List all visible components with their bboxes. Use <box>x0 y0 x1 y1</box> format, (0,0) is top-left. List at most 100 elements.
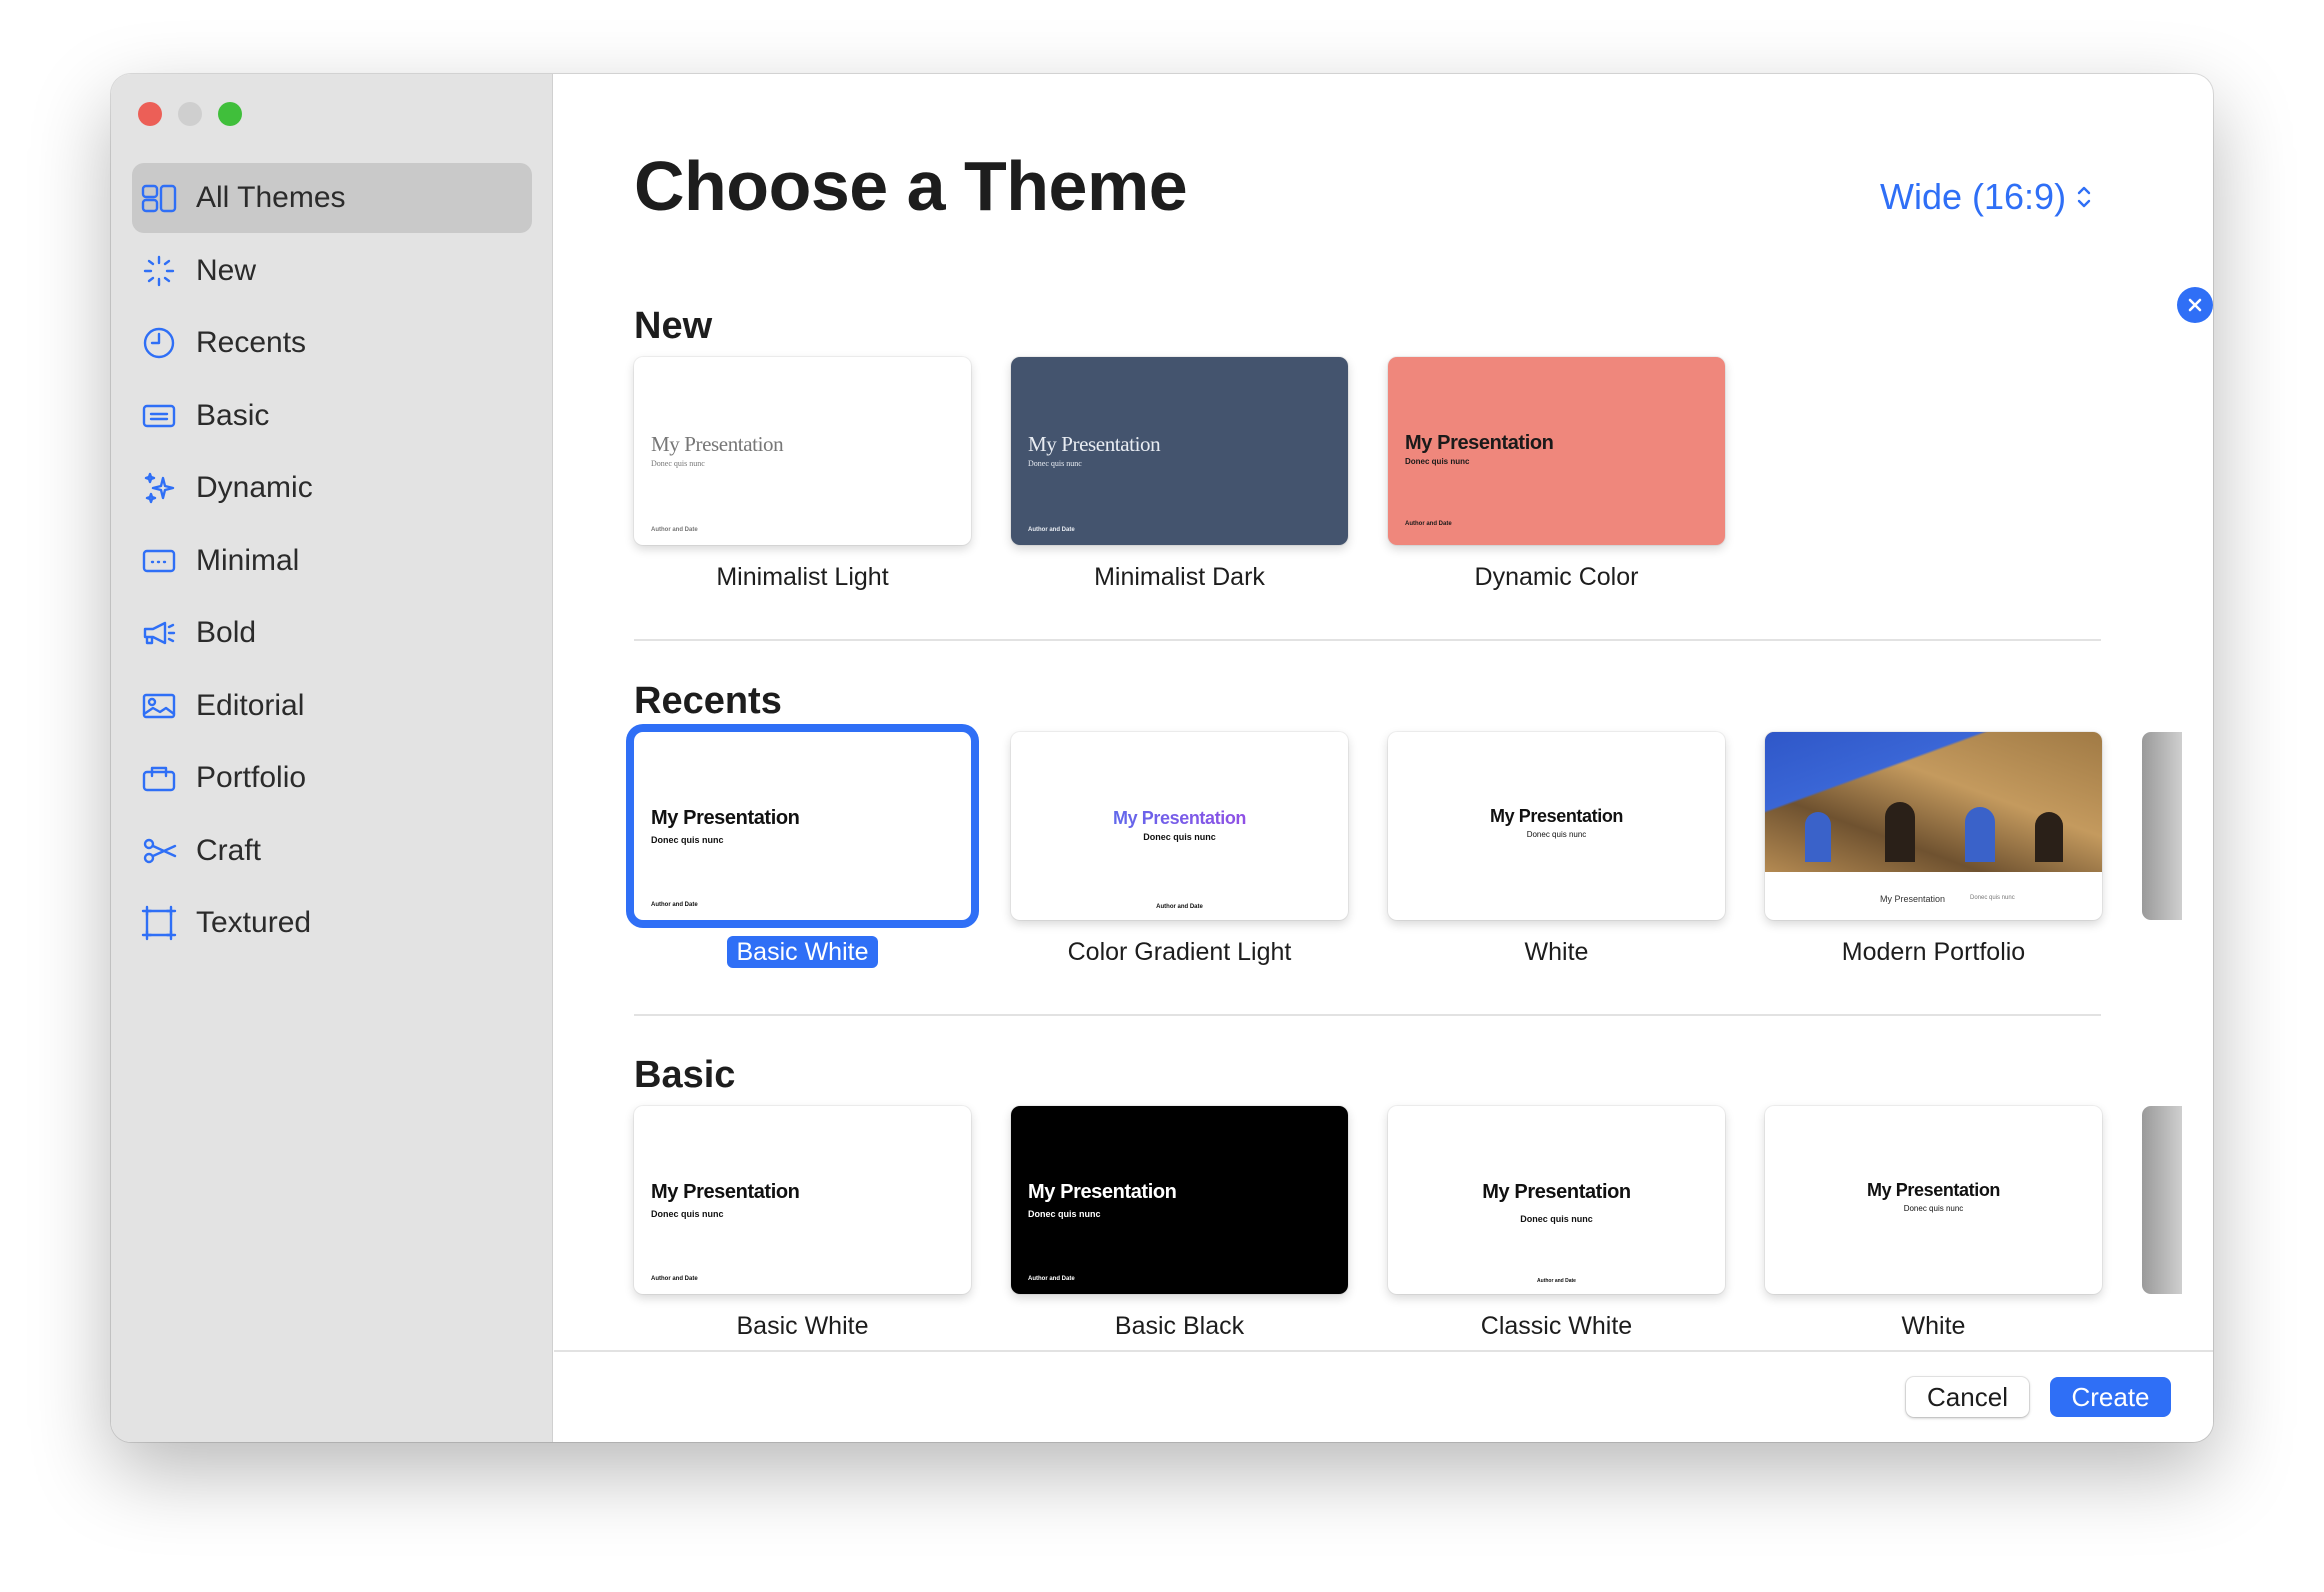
sidebar-item-label: Bold <box>196 616 257 649</box>
sidebar-item-bold[interactable]: Bold <box>132 598 532 668</box>
sidebar-item-textured[interactable]: Textured <box>132 888 532 958</box>
frame-icon <box>140 904 178 942</box>
slide-footer: Author and Date <box>651 902 698 908</box>
sidebar-item-basic[interactable]: Basic <box>132 381 532 451</box>
sidebar-item-label: Dynamic <box>196 471 313 504</box>
next-theme-card-partial[interactable] <box>2142 732 2182 920</box>
sidebar-item-dynamic[interactable]: Dynamic <box>132 453 532 523</box>
theme-name[interactable]: Dynamic Color <box>1388 563 1725 592</box>
chevron-up-down-icon <box>2077 186 2091 208</box>
theme-card-basic-white[interactable]: My Presentation Donec quis nunc Author a… <box>634 1106 971 1294</box>
slide-size-popup[interactable]: Wide (16:9) <box>1880 176 2092 218</box>
theme-name[interactable]: White <box>1765 1312 2102 1341</box>
slide-title: My Presentation <box>1880 894 1946 904</box>
section-heading-recents: Recents <box>634 680 782 722</box>
theme-card-minimalist-light[interactable]: My Presentation Donec quis nunc Author a… <box>634 357 971 545</box>
slide-footer: Author and Date <box>651 527 698 533</box>
theme-name[interactable]: Basic White <box>634 1312 971 1341</box>
text-slide-icon <box>140 397 178 435</box>
sidebar-item-label: Basic <box>196 398 270 432</box>
slide-title: My Presentation <box>651 1181 800 1203</box>
slide-subtitle: Donec quis nunc <box>651 1209 724 1219</box>
theme-card-dynamic-color[interactable]: My Presentation Donec quis nunc Author a… <box>1388 357 1725 545</box>
footer-bar: Cancel Create <box>554 1350 2213 1442</box>
minimize-window-button[interactable] <box>178 102 202 126</box>
sidebar-item-craft[interactable]: Craft <box>132 816 532 886</box>
theme-name[interactable]: Color Gradient Light <box>1011 938 1348 967</box>
theme-name[interactable]: Minimalist Dark <box>1011 563 1348 592</box>
next-theme-card-partial[interactable] <box>2142 1106 2182 1294</box>
slide-footer: Author and Date <box>1537 1278 1576 1284</box>
theme-card-classic-white[interactable]: My Presentation Donec quis nunc Author a… <box>1388 1106 1725 1294</box>
slide-footer: Author and Date <box>1405 521 1452 527</box>
theme-name-text: Minimalist Dark <box>1094 563 1265 591</box>
theme-name[interactable]: Modern Portfolio <box>1765 938 2102 967</box>
slide-title: My Presentation <box>1028 432 1161 456</box>
cancel-button[interactable]: Cancel <box>1906 1377 2029 1417</box>
theme-card-modern-portfolio[interactable]: My Presentation Donec quis nunc <box>1765 732 2102 920</box>
theme-card-white[interactable]: My Presentation Donec quis nunc <box>1388 732 1725 920</box>
slide-subtitle: Donec quis nunc <box>1028 1209 1101 1219</box>
theme-chooser-window: All Themes New Recents Basic Dynamic Minimal B… <box>111 74 2213 1442</box>
sidebar-item-new[interactable]: New <box>132 236 532 306</box>
theme-name-text: White <box>1901 1312 1966 1340</box>
theme-name-text: Dynamic Color <box>1474 563 1639 591</box>
sidebar-item-label: Portfolio <box>196 761 307 794</box>
theme-name-text: Minimalist Light <box>716 563 889 591</box>
section-heading-basic: Basic <box>634 1054 736 1096</box>
theme-name[interactable]: Basic White <box>634 936 971 968</box>
slide-title: My Presentation <box>1482 1181 1631 1203</box>
close-icon <box>2188 298 2202 312</box>
slide-subtitle: Donec quis nunc <box>1028 459 1082 468</box>
slide-size-value: Wide (16:9) <box>1880 176 2067 217</box>
slide-title: My Presentation <box>1866 1180 2001 1200</box>
zoom-window-button[interactable] <box>218 102 242 126</box>
theme-card-basic-black[interactable]: My Presentation Donec quis nunc Author a… <box>1011 1106 1348 1294</box>
sidebar-item-minimal[interactable]: Minimal <box>132 526 532 596</box>
slide-footer: Author and Date <box>1156 904 1203 910</box>
slide-footer: Author and Date <box>651 1276 698 1282</box>
sidebar-item-label: Editorial <box>196 688 305 722</box>
theme-card-minimalist-dark[interactable]: My Presentation Donec quis nunc Author a… <box>1011 357 1348 545</box>
slide-subtitle: Donec quis nunc <box>1520 1214 1593 1224</box>
sidebar-item-label: Textured <box>196 906 312 939</box>
sidebar-item-editorial[interactable]: Editorial <box>132 671 532 741</box>
slide-footer: Author and Date <box>1028 527 1075 533</box>
theme-name[interactable]: Classic White <box>1388 1312 1725 1341</box>
sidebar-item-label: All Themes <box>196 181 346 214</box>
close-window-button[interactable] <box>138 102 162 126</box>
page-title: Choose a Theme <box>634 147 1188 225</box>
theme-card-color-gradient-light[interactable]: My Presentation Donec quis nunc Author a… <box>1011 732 1348 920</box>
section-divider <box>634 1014 2101 1016</box>
theme-name-text: Classic White <box>1480 1312 1633 1340</box>
slide-title: My Presentation <box>1489 806 1624 826</box>
briefcase-icon <box>140 759 178 797</box>
slide-title: My Presentation <box>1028 1181 1177 1203</box>
sidebar-item-label: Craft <box>196 833 262 867</box>
dismiss-new-section-button[interactable] <box>2177 287 2213 323</box>
sidebar: All Themes New Recents Basic Dynamic Minimal B… <box>111 74 553 1442</box>
theme-name[interactable]: Basic Black <box>1011 1312 1348 1341</box>
sidebar-item-label: Recents <box>196 326 307 359</box>
theme-name[interactable]: Minimalist Light <box>634 563 971 592</box>
sidebar-item-label: Minimal <box>196 543 300 577</box>
grid-icon <box>140 179 178 217</box>
section-divider <box>634 639 2101 641</box>
sidebar-item-label: New <box>196 253 257 287</box>
slide-subtitle: Donec quis nunc <box>1526 830 1587 839</box>
theme-name[interactable]: White <box>1388 938 1725 967</box>
slide-title: My Presentation <box>1011 808 1348 829</box>
slide-subtitle: Donec quis nunc <box>651 459 705 468</box>
slide-title: My Presentation <box>651 807 800 829</box>
theme-name-text: Color Gradient Light <box>1067 938 1292 966</box>
theme-card-white[interactable]: My Presentation Donec quis nunc <box>1765 1106 2102 1294</box>
slide-subtitle: Donec quis nunc <box>1405 457 1470 466</box>
sidebar-item-portfolio[interactable]: Portfolio <box>132 743 532 813</box>
sidebar-item-all-themes[interactable]: All Themes <box>132 163 532 233</box>
theme-card-basic-white[interactable]: My Presentation Donec quis nunc Author a… <box>634 732 971 920</box>
slide-subtitle: Donec quis nunc <box>1903 1204 1964 1213</box>
colosseum-photo <box>1765 732 2102 872</box>
create-button[interactable]: Create <box>2050 1377 2171 1417</box>
sidebar-item-recents[interactable]: Recents <box>132 308 532 378</box>
clock-icon <box>140 324 178 362</box>
